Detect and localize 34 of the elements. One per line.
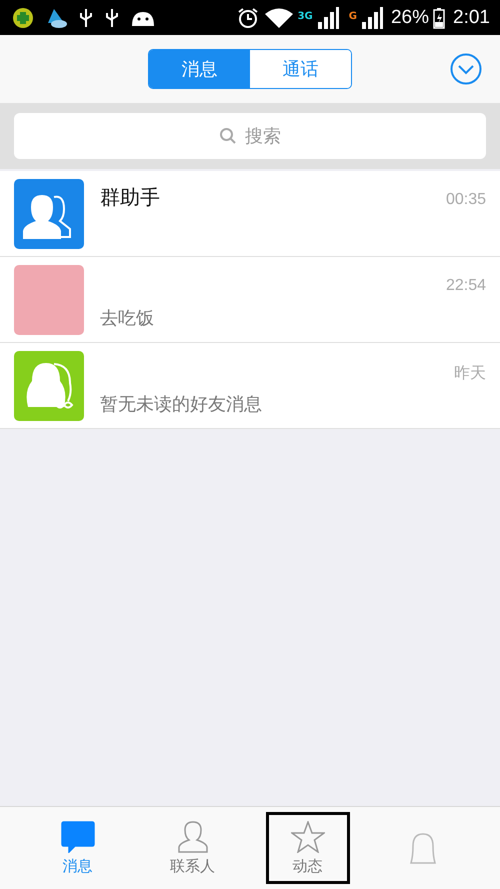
person-icon — [176, 820, 210, 852]
battery-level: 26% — [390, 6, 430, 28]
person-avatar-icon — [14, 350, 84, 420]
conversation-item[interactable]: 去吃饭 22:54 — [0, 257, 500, 343]
network-type: 3G — [298, 10, 313, 22]
tab-bar-item[interactable]: 动态 — [266, 812, 350, 884]
chat-bubble-icon — [60, 820, 94, 852]
network-type: G — [348, 10, 357, 22]
search-field[interactable]: 搜索 — [14, 113, 486, 159]
group-avatar-icon — [14, 178, 84, 248]
conversation-name: 群助手 — [100, 184, 161, 210]
battery-charging-icon — [433, 6, 446, 28]
segment-tab[interactable]: 通话 — [250, 50, 351, 88]
message-time: 00:35 — [446, 191, 486, 209]
alarm-icon — [236, 6, 260, 30]
usb-icon — [104, 6, 120, 28]
message-preview: 暂无未读的好友消息 — [100, 392, 263, 416]
message-time: 22:54 — [446, 277, 486, 295]
tab-bar-item[interactable]: 联系人 — [150, 812, 234, 884]
segment-tab[interactable]: 消息 — [149, 50, 250, 88]
wifi-icon — [264, 6, 294, 28]
conversation-item[interactable]: 群助手 00:35 — [0, 171, 500, 257]
signal-icon — [316, 6, 339, 28]
usb-icon — [78, 6, 94, 28]
tab-bar-item[interactable]: 消息 — [36, 812, 120, 884]
chevron-down-icon[interactable] — [450, 53, 482, 85]
signal-icon — [360, 6, 383, 28]
conversation-item[interactable]: 暂无未读的好友消息 昨天 — [0, 343, 500, 429]
star-icon — [290, 820, 324, 852]
message-time: 昨天 — [454, 364, 486, 384]
shield-plus-icon — [12, 6, 34, 28]
message-preview: 去吃饭 — [100, 306, 155, 330]
clock: 2:01 — [453, 6, 490, 28]
photo-placeholder — [14, 264, 84, 334]
